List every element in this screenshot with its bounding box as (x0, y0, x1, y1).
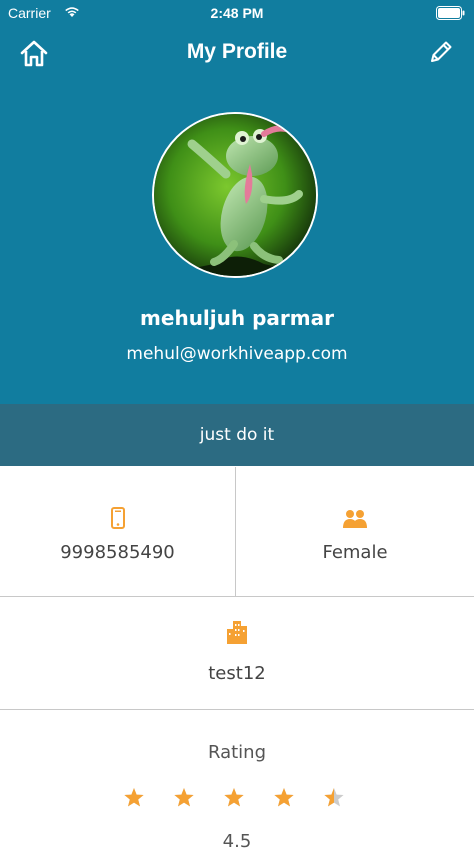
gender-icon (342, 509, 368, 533)
profile-header: Carrier 2:48 PM My Profile mehuljuh parm… (0, 0, 474, 404)
navigation-bar: My Profile (0, 28, 474, 82)
profile-email: mehul@workhiveapp.com (126, 344, 348, 364)
page-title: My Profile (186, 40, 288, 63)
rating-value: 4.5 (222, 831, 252, 852)
star-icon[interactable] (273, 787, 295, 809)
clock-time: 2:48 PM (210, 5, 264, 21)
battery-icon (436, 6, 466, 20)
frog-avatar-image (154, 114, 316, 276)
mobile-phone-icon (110, 507, 125, 533)
profile-name: mehuljuh parmar (140, 306, 334, 330)
star-icon[interactable] (223, 787, 245, 809)
phone-number: 9998585490 (60, 542, 175, 563)
star-icon[interactable] (173, 787, 195, 809)
status-message: just do it (0, 404, 474, 466)
avatar[interactable] (152, 112, 318, 278)
row-divider (0, 709, 474, 710)
pencil-edit-icon (431, 41, 452, 62)
star-icon[interactable] (323, 787, 345, 809)
gender-value: Female (322, 542, 388, 563)
status-bar: Carrier 2:48 PM (0, 0, 474, 28)
city-buildings-icon (226, 619, 248, 649)
city-cell[interactable]: test12 (0, 597, 474, 709)
edit-profile-button[interactable] (428, 39, 454, 65)
city-value: test12 (208, 663, 266, 684)
gender-cell[interactable]: Female (236, 467, 474, 596)
phone-cell[interactable]: 9998585490 (0, 467, 235, 596)
star-icon[interactable] (123, 787, 145, 809)
rating-stars (0, 786, 474, 812)
rating-label: Rating (207, 742, 267, 763)
